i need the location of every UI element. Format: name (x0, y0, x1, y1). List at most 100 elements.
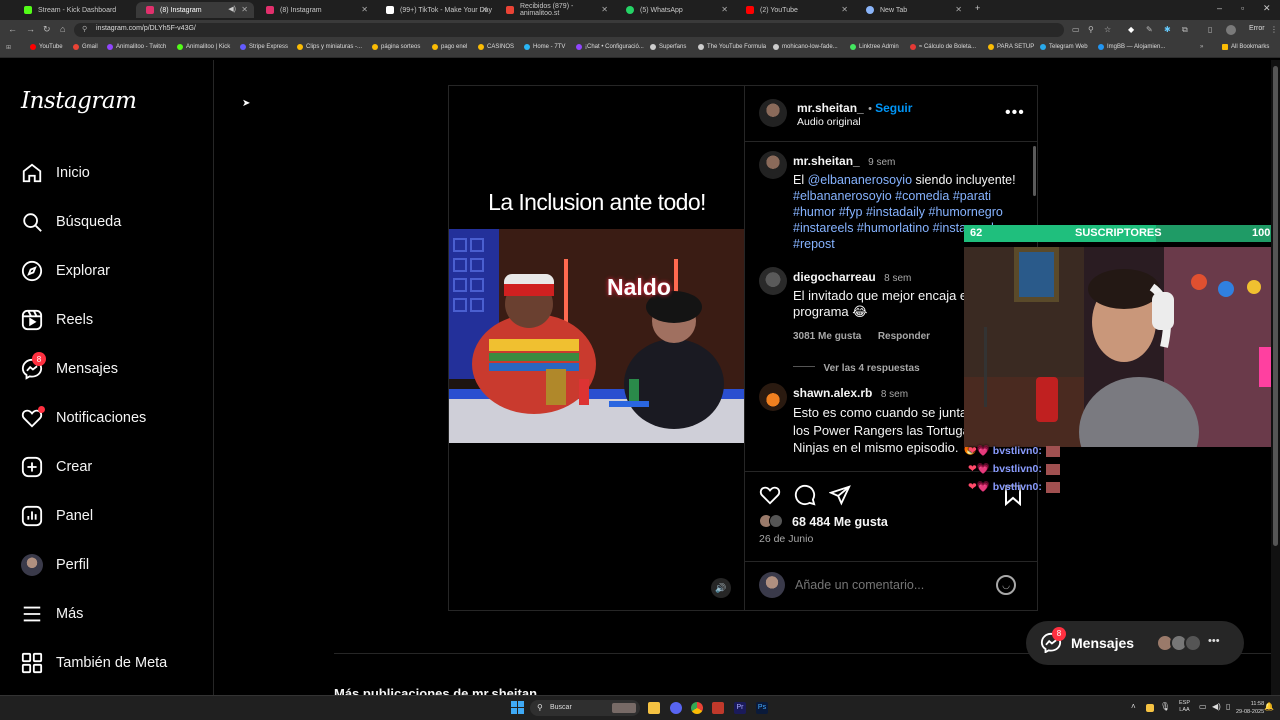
tray-overflow-icon[interactable]: ˄ (1131, 702, 1136, 711)
reply-button[interactable]: Responder (878, 331, 930, 342)
instagram-logo[interactable]: Instagram (21, 88, 137, 114)
install-icon[interactable]: ▭ (1072, 25, 1080, 34)
nav-notifications[interactable]: Notificaciones (20, 405, 146, 431)
likes-count[interactable]: 68 484 Me gusta (792, 515, 888, 529)
language-indicator[interactable]: ESP LAA (1179, 700, 1190, 714)
bookmark-sorteos[interactable]: página sorteos (372, 44, 420, 50)
bookmarks-overflow-icon[interactable]: » (1200, 44, 1203, 50)
discord-icon[interactable] (670, 702, 682, 714)
nav-dashboard[interactable]: Panel (20, 503, 93, 529)
bookmark-telegram[interactable]: Telegram Web (1040, 44, 1088, 50)
network-icon[interactable]: ▭ (1199, 702, 1207, 711)
clock[interactable]: 11:58 29-08-2025 (1236, 700, 1264, 716)
windows-start-icon[interactable] (511, 701, 524, 714)
share-icon[interactable] (828, 484, 851, 511)
bookmark-clips[interactable]: Clips y miniaturas -... (297, 44, 362, 50)
new-tab-icon[interactable]: + (975, 3, 980, 13)
bookmark-gmail[interactable]: Gmail (73, 44, 98, 50)
extension-diamond-icon[interactable]: ◆ (1128, 25, 1134, 34)
notification-center-icon[interactable]: 🔔 (1264, 702, 1274, 711)
mention-link[interactable]: @elbananerosoyio (808, 173, 912, 187)
author-username[interactable]: mr.sheitan_ (797, 101, 864, 115)
tab-youtube[interactable]: (2) YouTube ✕ (736, 2, 854, 18)
bookmark-7tv[interactable]: Home - 7TV (524, 44, 565, 50)
tab-new-tab[interactable]: New Tab ✕ (856, 2, 968, 18)
profile-error-label[interactable]: Error (1249, 25, 1265, 32)
bookmark-linktree[interactable]: Linktree Admin (850, 44, 899, 50)
nav-home[interactable]: Inicio (20, 160, 90, 186)
premiere-icon[interactable]: Pr (734, 702, 746, 714)
home-icon[interactable]: ⌂ (60, 24, 65, 34)
minimize-icon[interactable]: – (1217, 3, 1222, 13)
kebab-menu-icon[interactable]: ⋮ (1270, 25, 1278, 34)
bookmark-youtube-formula[interactable]: The YouTube Formula (698, 44, 766, 50)
comment-avatar[interactable] (759, 383, 787, 411)
volume-icon[interactable]: ◀) (1212, 702, 1221, 711)
nav-also-from-meta[interactable]: También de Meta (20, 650, 167, 676)
emoji-icon[interactable]: ◡ (996, 575, 1016, 595)
bookmark-youtube[interactable]: YouTube (30, 44, 63, 50)
close-icon[interactable]: ✕ (601, 5, 608, 14)
page-scrollbar-thumb[interactable] (1273, 66, 1278, 546)
extension-icon[interactable]: ✎ (1146, 25, 1153, 34)
audio-label[interactable]: Audio original (797, 116, 861, 128)
like-icon[interactable] (759, 484, 781, 511)
close-icon[interactable]: ✕ (481, 5, 488, 14)
nav-reels[interactable]: Reels (20, 307, 93, 333)
volume-icon[interactable]: 🔊 (711, 578, 731, 598)
comment-username[interactable]: diegocharreau (793, 270, 876, 284)
tab-whatsapp[interactable]: (5) WhatsApp ✕ (616, 2, 734, 18)
video-frame[interactable]: Naldo (449, 229, 745, 443)
site-info-icon[interactable]: ⚲ (82, 25, 87, 33)
close-icon[interactable]: ✕ (955, 5, 962, 14)
more-options-icon[interactable]: ••• (1005, 104, 1025, 122)
comment-icon[interactable] (794, 484, 816, 511)
tab-gmail[interactable]: Recibidos (879) - animalitoo.st ✕ (496, 2, 614, 18)
caption-username[interactable]: mr.sheitan_ (793, 154, 860, 168)
comment-input[interactable] (795, 576, 985, 594)
nav-more[interactable]: Más (20, 601, 83, 627)
comment-avatar[interactable] (759, 267, 787, 295)
taskbar-search[interactable]: ⚲ Buscar (530, 700, 640, 716)
author-avatar[interactable] (759, 99, 787, 127)
tab-kick[interactable]: Stream - Kick Dashboard (14, 2, 134, 18)
close-icon[interactable]: ✕ (721, 5, 728, 14)
tab-instagram-active[interactable]: (8) Instagram ◀) ✕ (136, 2, 254, 18)
comment-username[interactable]: shawn.alex.rb (793, 386, 872, 400)
all-bookmarks[interactable]: All Bookmarks (1222, 44, 1269, 50)
caption-avatar[interactable] (759, 151, 787, 179)
file-explorer-icon[interactable] (648, 702, 660, 714)
bookmark-casinos[interactable]: CASINOS (478, 44, 514, 50)
bookmark-imgbb[interactable]: ImgBB — Alojamien... (1098, 44, 1165, 50)
bookmark-boleta[interactable]: ≈ Cálculo de Boleta... (910, 44, 976, 50)
close-icon[interactable]: ✕ (241, 5, 248, 14)
comment-likes[interactable]: 3081 Me gusta (793, 331, 861, 342)
follow-button[interactable]: Seguir (875, 101, 912, 115)
zoom-icon[interactable]: ⚲ (1088, 25, 1094, 34)
photoshop-icon[interactable]: Ps (756, 702, 768, 714)
bookmark-superfans[interactable]: Superfans (650, 44, 686, 50)
bookmark-stripe[interactable]: Stripe Express (240, 44, 288, 50)
nav-search[interactable]: Búsqueda (20, 209, 121, 235)
maximize-icon[interactable]: ▫ (1241, 3, 1244, 13)
battery-icon[interactable]: ▯ (1226, 702, 1230, 711)
speaker-icon[interactable]: ◀) (228, 5, 236, 13)
tray-app-icon[interactable] (1146, 704, 1154, 712)
bookmark-setup[interactable]: PARA SETUP (988, 44, 1034, 50)
profile-avatar[interactable] (1226, 25, 1236, 35)
reload-icon[interactable]: ↻ (43, 24, 51, 35)
nav-explore[interactable]: Explorar (20, 258, 110, 284)
tab-instagram[interactable]: (8) Instagram ✕ (256, 2, 374, 18)
back-icon[interactable]: ← (8, 24, 17, 34)
close-icon[interactable]: ✕ (841, 5, 848, 14)
tab-tiktok[interactable]: (99+) TikTok - Make Your Day ✕ (376, 2, 494, 18)
bookmark-kick[interactable]: Animalitoo | Kick (177, 44, 230, 50)
puzzle-icon[interactable]: ⧉ (1182, 25, 1188, 35)
page-scrollbar[interactable] (1271, 60, 1280, 695)
split-icon[interactable]: ▯ (1208, 25, 1212, 34)
nav-create[interactable]: Crear (20, 454, 92, 480)
bookmark-chat[interactable]: ¡Chat • Configuració... (576, 44, 644, 50)
bookmark-enel[interactable]: pago enel (432, 44, 467, 50)
messages-pill[interactable]: 8 Mensajes ••• (1026, 621, 1244, 665)
comments-scrollbar[interactable] (1033, 146, 1036, 196)
